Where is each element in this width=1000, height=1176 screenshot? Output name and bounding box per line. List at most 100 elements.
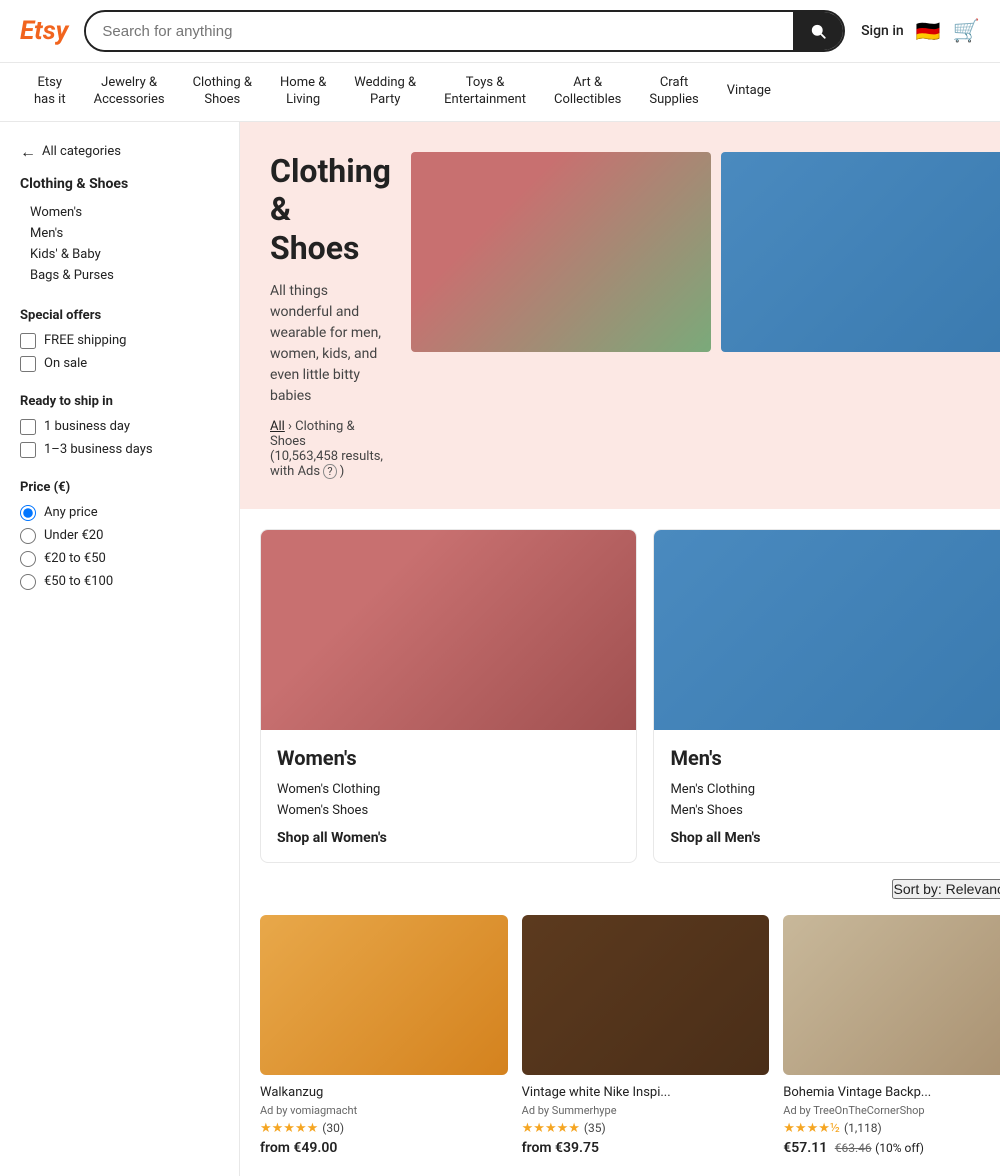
sidebar: ← All categories Clothing & Shoes Women'… [0, 122, 240, 1176]
product-card-1[interactable]: Walkanzug Ad by vomiagmacht ★★★★★ (30) f… [260, 915, 508, 1156]
products-header: Sort by: Relevancy ▼ [240, 863, 1000, 907]
nav-item-home-living[interactable]: Home &Living [266, 63, 340, 121]
womens-clothing-link[interactable]: Women's Clothing [277, 782, 620, 797]
hero-image-mens [721, 152, 1000, 352]
search-icon [809, 22, 827, 40]
old-price-3: €63.46 [835, 1141, 872, 1155]
category-cards: Women's Women's Clothing Women's Shoes S… [240, 509, 1000, 863]
hero-text: Clothing &Shoes All things wonderful and… [270, 152, 391, 479]
price-value-2: from €39.75 [522, 1140, 599, 1156]
product-image-3 [783, 915, 1000, 1075]
product-stars-2: ★★★★★ (35) [522, 1121, 770, 1136]
product-title-1: Walkanzug [260, 1085, 508, 1100]
product-card-2[interactable]: Vintage white Nike Inspi... Ad by Summer… [522, 915, 770, 1156]
1-day-label: 1 business day [44, 419, 130, 434]
50-100-input[interactable] [20, 574, 36, 590]
mens-shoes-link[interactable]: Men's Shoes [670, 803, 1000, 818]
stars-icon-1: ★★★★★ [260, 1121, 318, 1136]
sort-button[interactable]: Sort by: Relevancy ▼ [892, 879, 1000, 899]
products-grid: Walkanzug Ad by vomiagmacht ★★★★★ (30) f… [240, 907, 1000, 1176]
sort-label: Sort by: Relevancy [894, 881, 1000, 897]
breadcrumb-all-link[interactable]: All [270, 419, 285, 434]
sign-in-link[interactable]: Sign in [861, 23, 904, 39]
on-sale-label: On sale [44, 356, 87, 371]
under20-input[interactable] [20, 528, 36, 544]
product-title-2: Vintage white Nike Inspi... [522, 1085, 770, 1100]
etsy-logo[interactable]: Etsy [20, 16, 68, 46]
product-price-1: from €49.00 [260, 1140, 508, 1156]
hero-title: Clothing &Shoes [270, 152, 391, 267]
free-shipping-input[interactable] [20, 333, 36, 349]
header: Etsy Sign in 🇩🇪 🛒 [0, 0, 1000, 63]
ready-to-ship-section: Ready to ship in 1 business day 1–3 busi… [20, 394, 219, 458]
product-title-3: Bohemia Vintage Backp... [783, 1085, 1000, 1100]
50-100-radio[interactable]: €50 to €100 [20, 574, 219, 590]
20-50-radio[interactable]: €20 to €50 [20, 551, 219, 567]
main-nav: Etsyhas it Jewelry &Accessories Clothing… [0, 63, 1000, 122]
cart-icon[interactable]: 🛒 [953, 19, 980, 44]
shop-all-mens-link[interactable]: Shop all Men's [670, 830, 1000, 846]
search-input[interactable] [86, 13, 793, 50]
product-price-3: €57.11 €63.46 (10% off) [783, 1140, 1000, 1156]
hero-description: All things wonderful and wearable for me… [270, 281, 391, 407]
womens-card-title: Women's [277, 746, 620, 770]
stars-icon-3: ★★★★½ [783, 1121, 840, 1136]
search-button[interactable] [793, 12, 843, 50]
main-content: ← All categories Clothing & Shoes Women'… [0, 122, 1000, 1176]
sidebar-item-bags[interactable]: Bags & Purses [20, 265, 219, 286]
back-to-categories[interactable]: ← All categories [20, 142, 219, 162]
20-50-input[interactable] [20, 551, 36, 567]
1-3-days-checkbox[interactable]: 1–3 business days [20, 442, 219, 458]
nav-item-jewelry[interactable]: Jewelry &Accessories [80, 63, 179, 121]
any-price-radio[interactable]: Any price [20, 505, 219, 521]
header-actions: Sign in 🇩🇪 🛒 [861, 19, 980, 44]
hero-img-placeholder-2 [721, 152, 1000, 352]
back-arrow-icon: ← [20, 142, 36, 162]
nav-item-etsy-has-it[interactable]: Etsyhas it [20, 63, 80, 121]
product-stars-3: ★★★★½ (1,118) [783, 1121, 1000, 1136]
hero-breadcrumb: All › Clothing & Shoes (10,563,458 resul… [270, 419, 391, 479]
ready-to-ship-title: Ready to ship in [20, 394, 219, 409]
product-ad-1: Ad by vomiagmacht [260, 1104, 508, 1117]
1-3-days-input[interactable] [20, 442, 36, 458]
content-area: Clothing &Shoes All things wonderful and… [240, 122, 1000, 1176]
review-count-1: (30) [322, 1121, 344, 1135]
nav-item-wedding[interactable]: Wedding &Party [340, 63, 430, 121]
on-sale-checkbox[interactable]: On sale [20, 356, 219, 372]
sidebar-item-mens[interactable]: Men's [20, 223, 219, 244]
on-sale-input[interactable] [20, 356, 36, 372]
back-label: All categories [42, 144, 121, 159]
special-offers-title: Special offers [20, 308, 219, 323]
sidebar-item-kids[interactable]: Kids' & Baby [20, 244, 219, 265]
product-image-1 [260, 915, 508, 1075]
nav-item-craft[interactable]: CraftSupplies [635, 63, 712, 121]
product-ad-3: Ad by TreeOnTheCornerShop [783, 1104, 1000, 1117]
mens-clothing-link[interactable]: Men's Clothing [670, 782, 1000, 797]
product-card-3[interactable]: Bohemia Vintage Backp... Ad by TreeOnThe… [783, 915, 1000, 1156]
info-icon[interactable]: ? [323, 464, 336, 479]
1-day-input[interactable] [20, 419, 36, 435]
any-price-input[interactable] [20, 505, 36, 521]
price-value-1: from €49.00 [260, 1140, 337, 1156]
mens-category-card: Men's Men's Clothing Men's Shoes Shop al… [653, 529, 1000, 863]
womens-card-body: Women's Women's Clothing Women's Shoes S… [261, 730, 636, 862]
sidebar-item-womens[interactable]: Women's [20, 202, 219, 223]
shop-all-womens-link[interactable]: Shop all Women's [277, 830, 620, 846]
nav-item-clothing[interactable]: Clothing &Shoes [179, 63, 266, 121]
hero-img-placeholder-1 [411, 152, 711, 352]
product-stars-1: ★★★★★ (30) [260, 1121, 508, 1136]
product-price-2: from €39.75 [522, 1140, 770, 1156]
nav-item-vintage[interactable]: Vintage [713, 71, 785, 112]
mens-card-body: Men's Men's Clothing Men's Shoes Shop al… [654, 730, 1000, 862]
womens-card-image [261, 530, 636, 730]
free-shipping-label: FREE shipping [44, 333, 126, 348]
hero-banner: Clothing &Shoes All things wonderful and… [240, 122, 1000, 509]
nav-item-art[interactable]: Art &Collectibles [540, 63, 635, 121]
product-image-2 [522, 915, 770, 1075]
womens-shoes-link[interactable]: Women's Shoes [277, 803, 620, 818]
1-day-checkbox[interactable]: 1 business day [20, 419, 219, 435]
nav-item-toys[interactable]: Toys &Entertainment [430, 63, 540, 121]
free-shipping-checkbox[interactable]: FREE shipping [20, 333, 219, 349]
flag-icon[interactable]: 🇩🇪 [916, 19, 941, 43]
under20-radio[interactable]: Under €20 [20, 528, 219, 544]
